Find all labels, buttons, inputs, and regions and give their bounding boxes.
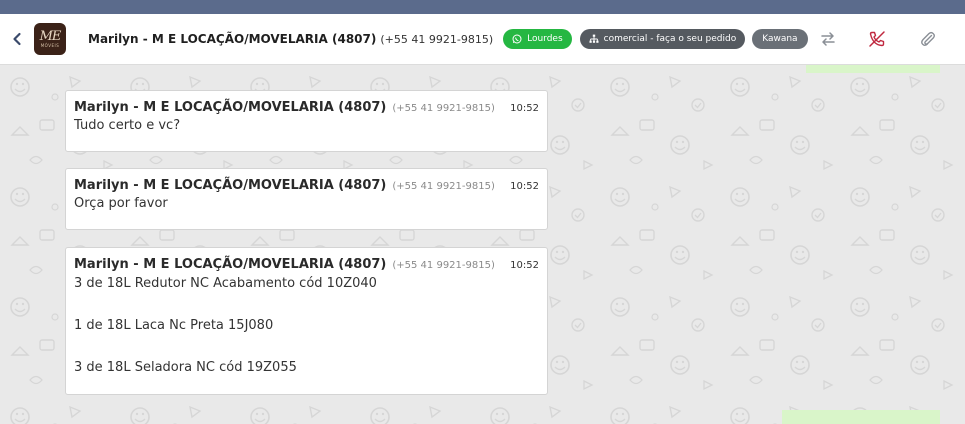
- message-text: Orça por favor: [74, 196, 168, 211]
- message-text-line: 3 de 18L Seladora NC cód 19Z055: [74, 360, 297, 375]
- avatar[interactable]: ME MÓVEIS: [34, 23, 66, 55]
- tag-agent-lourdes[interactable]: Lourdes: [503, 29, 572, 49]
- message-bubble[interactable]: Marilyn - M E LOCAÇÃO/MOVELARIA (4807) (…: [65, 247, 548, 395]
- chat-header: ME MÓVEIS Marilyn - M E LOCAÇÃO/MOVELARI…: [0, 14, 965, 65]
- message-header: Marilyn - M E LOCAÇÃO/MOVELARIA (4807) (…: [74, 100, 539, 115]
- message-time: 10:52: [510, 103, 539, 114]
- contact-name[interactable]: Marilyn - M E LOCAÇÃO/MOVELARIA (4807): [88, 32, 376, 46]
- message-time: 10:52: [510, 260, 539, 271]
- message-text-line: 1 de 18L Laca Nc Preta 15J080: [74, 318, 274, 333]
- outgoing-message-edge: [782, 410, 940, 424]
- sitemap-icon: [589, 34, 599, 43]
- message-header: Marilyn - M E LOCAÇÃO/MOVELARIA (4807) (…: [74, 257, 539, 272]
- paperclip-icon: [921, 31, 935, 46]
- message-text: Tudo certo e vc?: [74, 118, 181, 133]
- back-button[interactable]: [0, 14, 34, 65]
- transfer-icon: [821, 32, 835, 46]
- outgoing-message-edge: [806, 65, 940, 73]
- tag-kawana[interactable]: Kawana: [752, 29, 808, 49]
- message-sender-phone: (+55 41 9921-9815): [392, 260, 495, 271]
- tag-label: comercial - faça o seu pedido: [603, 34, 737, 44]
- message-header: Marilyn - M E LOCAÇÃO/MOVELARIA (4807) (…: [74, 178, 539, 193]
- avatar-monogram: ME: [39, 29, 62, 44]
- message-text-line: 3 de 18L Redutor NC Acabamento cód 10Z04…: [74, 276, 377, 291]
- message-sender: Marilyn - M E LOCAÇÃO/MOVELARIA (4807): [74, 178, 387, 193]
- message-sender-phone: (+55 41 9921-9815): [392, 103, 495, 114]
- app-top-strip: [0, 0, 965, 14]
- message-sender: Marilyn - M E LOCAÇÃO/MOVELARIA (4807): [74, 100, 387, 115]
- chat-area[interactable]: Marilyn - M E LOCAÇÃO/MOVELARIA (4807) (…: [0, 65, 965, 424]
- whatsapp-icon: [512, 34, 522, 44]
- message-time: 10:52: [510, 181, 539, 192]
- end-call-button[interactable]: [866, 28, 888, 50]
- chevron-left-icon: [13, 32, 21, 46]
- message-bubble[interactable]: Marilyn - M E LOCAÇÃO/MOVELARIA (4807) (…: [65, 168, 548, 230]
- tag-label: Lourdes: [527, 34, 563, 44]
- transfer-button[interactable]: [817, 28, 839, 50]
- tag-queue[interactable]: comercial - faça o seu pedido: [579, 29, 746, 49]
- message-sender-phone: (+55 41 9921-9815): [392, 181, 495, 192]
- end-call-icon: [869, 31, 885, 47]
- tag-label: Kawana: [762, 34, 798, 44]
- message-sender: Marilyn - M E LOCAÇÃO/MOVELARIA (4807): [74, 257, 387, 272]
- attach-button[interactable]: [917, 28, 939, 50]
- message-bubble[interactable]: Marilyn - M E LOCAÇÃO/MOVELARIA (4807) (…: [65, 90, 548, 152]
- contact-phone: (+55 41 9921-9815): [380, 32, 494, 46]
- avatar-subtitle: MÓVEIS: [40, 43, 60, 48]
